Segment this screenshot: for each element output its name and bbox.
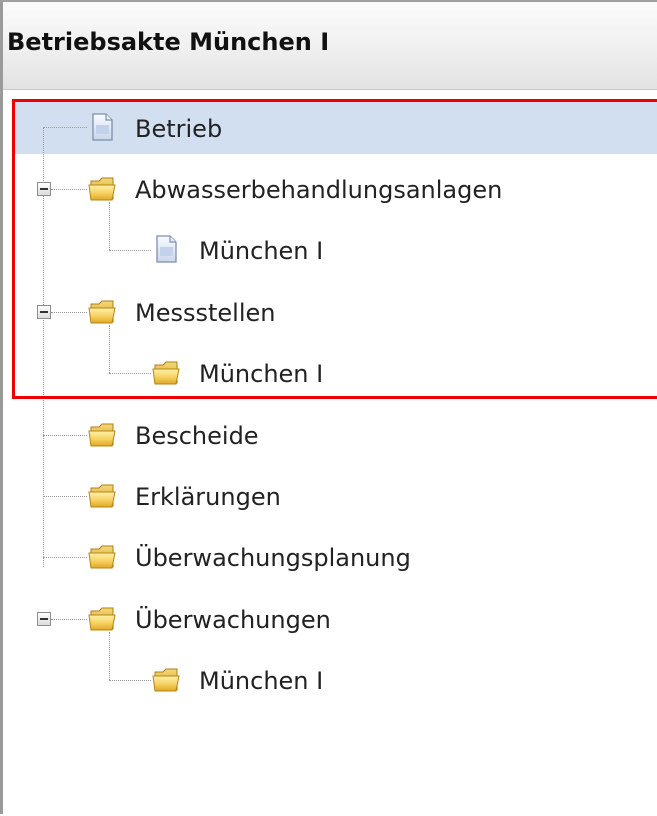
folder-icon — [88, 300, 116, 324]
tree-item-label: Bescheide — [135, 422, 259, 450]
tree-item-label: Betrieb — [135, 115, 223, 143]
tree-item-erklaerungen[interactable]: Erklärungen — [87, 474, 647, 518]
folder-icon — [88, 423, 116, 447]
tree-connector-line — [51, 619, 87, 620]
document-icon — [92, 113, 113, 141]
tree-item-abwasserbehandlungsanlagen[interactable]: Abwasserbehandlungsanlagen — [87, 167, 647, 211]
betriebsakte-panel: Betriebsakte München I Betrieb Abwasserb… — [0, 0, 657, 814]
folder-icon — [152, 361, 180, 385]
tree-item-label: München I — [199, 237, 324, 265]
tree-connector-line — [109, 250, 151, 251]
tree-connector-line — [43, 557, 87, 558]
tree-connector-line — [43, 127, 87, 128]
document-icon — [156, 235, 177, 263]
tree-item-ueberwachungen-muenchen[interactable]: München I — [151, 658, 451, 702]
tree-item-label: Erklärungen — [135, 483, 281, 511]
collapse-icon[interactable] — [37, 305, 51, 319]
collapse-icon[interactable] — [37, 182, 51, 196]
tree-item-label: Überwachungsplanung — [135, 544, 411, 572]
folder-icon — [88, 545, 116, 569]
tree-item-abwasser-muenchen[interactable]: München I — [151, 228, 451, 272]
tree-connector-line — [43, 435, 87, 436]
tree-item-label: Messstellen — [135, 299, 276, 327]
tree-item-label: Überwachungen — [135, 606, 331, 634]
tree-item-label: München I — [199, 360, 324, 388]
folder-icon — [88, 177, 116, 201]
tree-item-bescheide[interactable]: Bescheide — [87, 413, 647, 457]
tree-item-ueberwachungen[interactable]: Überwachungen — [87, 597, 647, 641]
folder-icon — [88, 484, 116, 508]
folder-icon — [152, 668, 180, 692]
tree-connector-line — [51, 189, 87, 190]
tree-item-messstellen-muenchen[interactable]: München I — [151, 351, 451, 395]
tree-item-label: München I — [199, 667, 324, 695]
tree-item-ueberwachungsplanung[interactable]: Überwachungsplanung — [87, 535, 647, 579]
tree-view: Betrieb Abwasserbehandlungsanlagen Münch… — [3, 2, 657, 816]
folder-icon — [88, 607, 116, 631]
tree-connector-line — [51, 312, 87, 313]
tree-item-betrieb[interactable]: Betrieb — [87, 106, 647, 150]
tree-connector-line — [109, 373, 151, 374]
tree-connector-line — [43, 496, 87, 497]
collapse-icon[interactable] — [37, 612, 51, 626]
tree-item-label: Abwasserbehandlungsanlagen — [135, 176, 503, 204]
tree-item-messstellen[interactable]: Messstellen — [87, 290, 647, 334]
tree-connector-line — [109, 680, 151, 681]
